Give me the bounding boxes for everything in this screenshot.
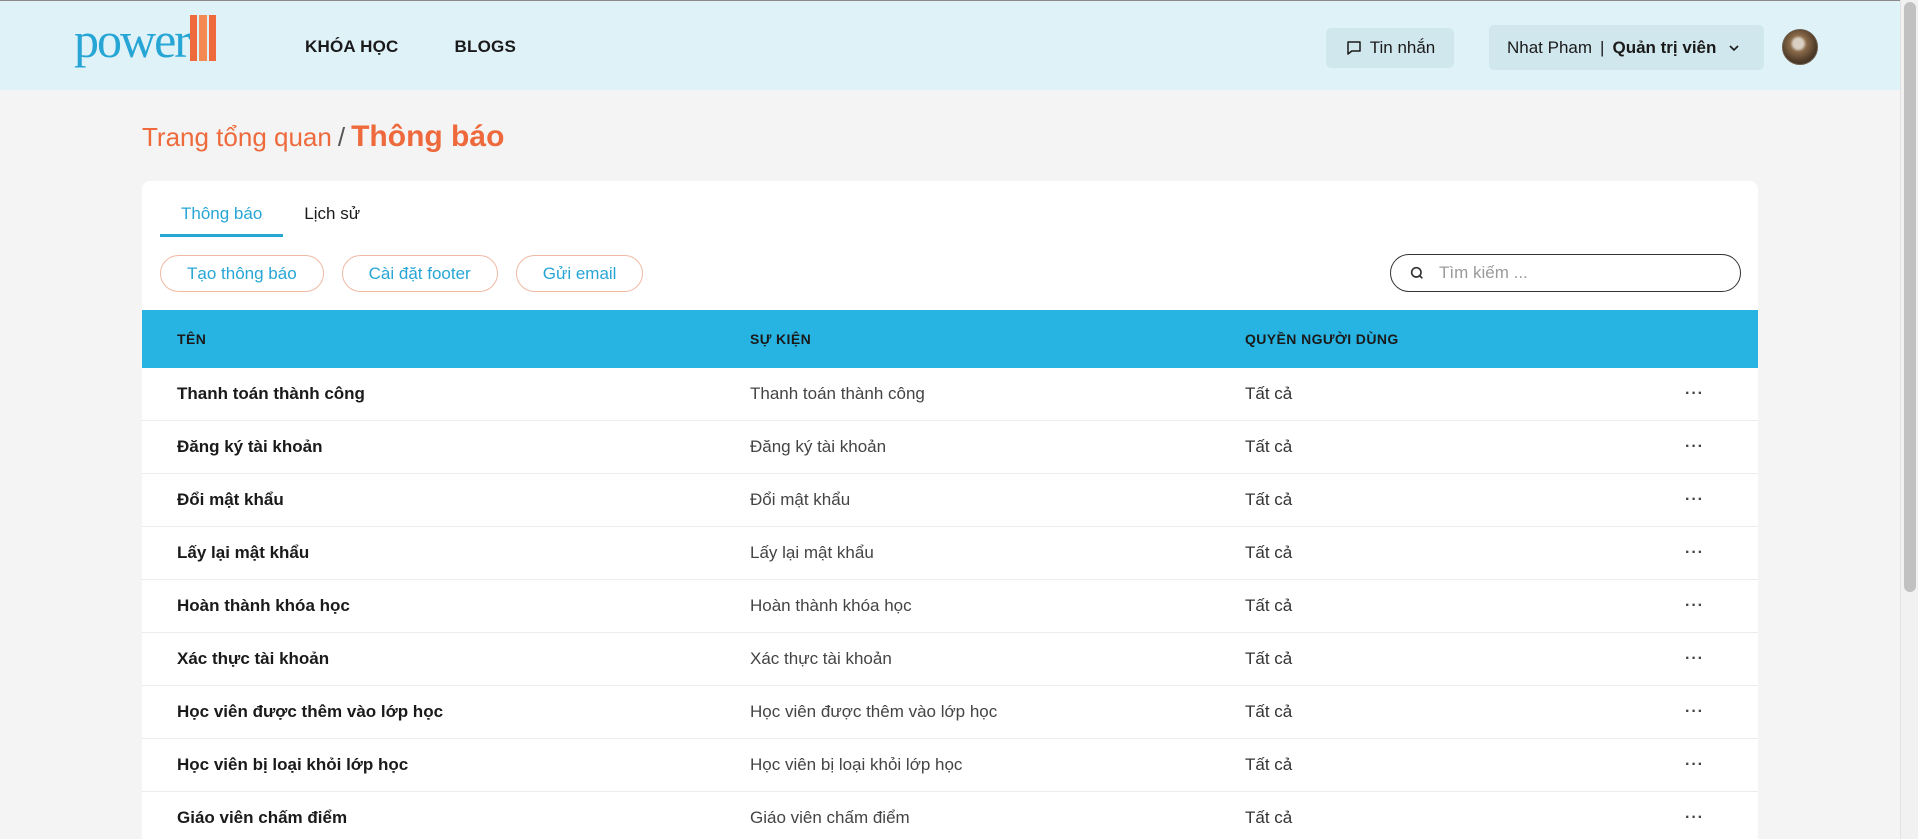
- row-role: Tất cả: [1245, 649, 1293, 668]
- row-name: Xác thực tài khoản: [177, 649, 330, 668]
- table-row[interactable]: Hoàn thành khóa học Hoàn thành khóa học …: [142, 580, 1758, 633]
- table-row[interactable]: Đăng ký tài khoản Đăng ký tài khoản Tất …: [142, 421, 1758, 474]
- top-navbar: power KHÓA HỌC BLOGS Tin nhắn Nhat Pham …: [0, 0, 1900, 90]
- row-name: Thanh toán thành công: [177, 384, 365, 403]
- search-icon: [1410, 266, 1423, 279]
- more-options-icon[interactable]: ···: [1685, 809, 1704, 827]
- row-event: Lấy lại mật khẩu: [750, 543, 874, 562]
- table-header: TÊN SỰ KIỆN QUYỀN NGƯỜI DÙNG: [142, 310, 1758, 368]
- row-event: Giáo viên chấm điểm: [750, 808, 910, 827]
- breadcrumb: Trang tổng quan / Thông báo: [142, 120, 504, 154]
- row-event: Đổi mật khẩu: [750, 490, 851, 509]
- row-name: Lấy lại mật khẩu: [177, 543, 310, 562]
- search-box: [1390, 254, 1741, 292]
- column-header-role: QUYỀN NGƯỜI DÙNG: [1245, 331, 1399, 347]
- row-event: Đăng ký tài khoản: [750, 437, 887, 456]
- column-header-event: SỰ KIỆN: [750, 331, 812, 347]
- search-input[interactable]: [1439, 263, 1719, 283]
- page-scrollbar[interactable]: [1900, 0, 1918, 839]
- row-event: Hoàn thành khóa học: [750, 596, 912, 615]
- row-role: Tất cả: [1245, 437, 1293, 456]
- row-role: Tất cả: [1245, 384, 1293, 403]
- user-menu[interactable]: Nhat Pham | Quản trị viên: [1489, 25, 1764, 70]
- book-stack-icon: [189, 15, 216, 61]
- row-role: Tất cả: [1245, 543, 1293, 562]
- logo-text: power: [74, 12, 191, 68]
- row-name: Học viên được thêm vào lớp học: [177, 702, 444, 721]
- table-row[interactable]: Học viên được thêm vào lớp học Học viên …: [142, 686, 1758, 739]
- footer-settings-button[interactable]: Cài đặt footer: [341, 255, 498, 292]
- tab-bar: Thông báo Lịch sử: [160, 199, 381, 237]
- page-title: Thông báo: [351, 120, 505, 153]
- user-name: Nhat Pham: [1507, 37, 1593, 57]
- more-options-icon[interactable]: ···: [1685, 756, 1704, 774]
- row-name: Giáo viên chấm điểm: [177, 808, 348, 827]
- messages-label: Tin nhắn: [1369, 38, 1436, 57]
- row-event: Thanh toán thành công: [750, 384, 925, 403]
- breadcrumb-parent-link[interactable]: Trang tổng quan: [142, 122, 332, 152]
- table-body: Thanh toán thành công Thanh toán thành c…: [142, 368, 1758, 839]
- more-options-icon[interactable]: ···: [1685, 650, 1704, 668]
- breadcrumb-separator: /: [337, 122, 346, 152]
- row-name: Học viên bị loại khỏi lớp học: [177, 755, 409, 774]
- table-row[interactable]: Học viên bị loại khỏi lớp học Học viên b…: [142, 739, 1758, 792]
- row-name: Đổi mật khẩu: [177, 490, 284, 509]
- main-nav: KHÓA HỌC BLOGS: [305, 37, 516, 57]
- table-row[interactable]: Lấy lại mật khẩu Lấy lại mật khẩu Tất cả…: [142, 527, 1758, 580]
- table-row[interactable]: Xác thực tài khoản Xác thực tài khoản Tấ…: [142, 633, 1758, 686]
- row-role: Tất cả: [1245, 490, 1293, 509]
- row-event: Học viên được thêm vào lớp học: [750, 702, 998, 721]
- chat-bubble-icon: [1346, 41, 1361, 55]
- column-header-name: TÊN: [177, 331, 207, 347]
- more-options-icon[interactable]: ···: [1685, 544, 1704, 562]
- user-role: Quản trị viên: [1612, 37, 1717, 57]
- chevron-down-icon: [1726, 40, 1742, 56]
- more-options-icon[interactable]: ···: [1685, 385, 1704, 403]
- more-options-icon[interactable]: ···: [1685, 438, 1704, 456]
- row-role: Tất cả: [1245, 596, 1293, 615]
- table-row[interactable]: Giáo viên chấm điểm Giáo viên chấm điểm …: [142, 792, 1758, 839]
- notifications-card: Thông báo Lịch sử Tạo thông báo Cài đặt …: [142, 181, 1758, 839]
- row-role: Tất cả: [1245, 755, 1293, 774]
- avatar[interactable]: [1782, 29, 1818, 65]
- send-email-button[interactable]: Gửi email: [515, 255, 644, 292]
- action-buttons: Tạo thông báo Cài đặt footer Gửi email: [160, 255, 644, 292]
- user-separator: |: [1600, 37, 1605, 57]
- create-notification-button[interactable]: Tạo thông báo: [160, 255, 324, 292]
- row-role: Tất cả: [1245, 808, 1293, 827]
- row-role: Tất cả: [1245, 702, 1293, 721]
- power5-logo[interactable]: power: [74, 13, 216, 65]
- more-options-icon[interactable]: ···: [1685, 597, 1704, 615]
- tab-history[interactable]: Lịch sử: [283, 199, 381, 237]
- row-event: Xác thực tài khoản: [750, 649, 892, 668]
- more-options-icon[interactable]: ···: [1685, 491, 1704, 509]
- tab-notifications[interactable]: Thông báo: [160, 199, 284, 237]
- scrollbar-thumb[interactable]: [1904, 2, 1916, 592]
- more-options-icon[interactable]: ···: [1685, 703, 1704, 721]
- table-row[interactable]: Thanh toán thành công Thanh toán thành c…: [142, 368, 1758, 421]
- messages-button[interactable]: Tin nhắn: [1326, 28, 1454, 68]
- nav-courses-link[interactable]: KHÓA HỌC: [305, 37, 399, 57]
- row-event: Học viên bị loại khỏi lớp học: [750, 755, 963, 774]
- table-row[interactable]: Đổi mật khẩu Đổi mật khẩu Tất cả ···: [142, 474, 1758, 527]
- notifications-table: TÊN SỰ KIỆN QUYỀN NGƯỜI DÙNG Thanh toán …: [142, 310, 1758, 839]
- row-name: Đăng ký tài khoản: [177, 437, 323, 456]
- row-name: Hoàn thành khóa học: [177, 596, 350, 615]
- nav-blogs-link[interactable]: BLOGS: [455, 37, 516, 57]
